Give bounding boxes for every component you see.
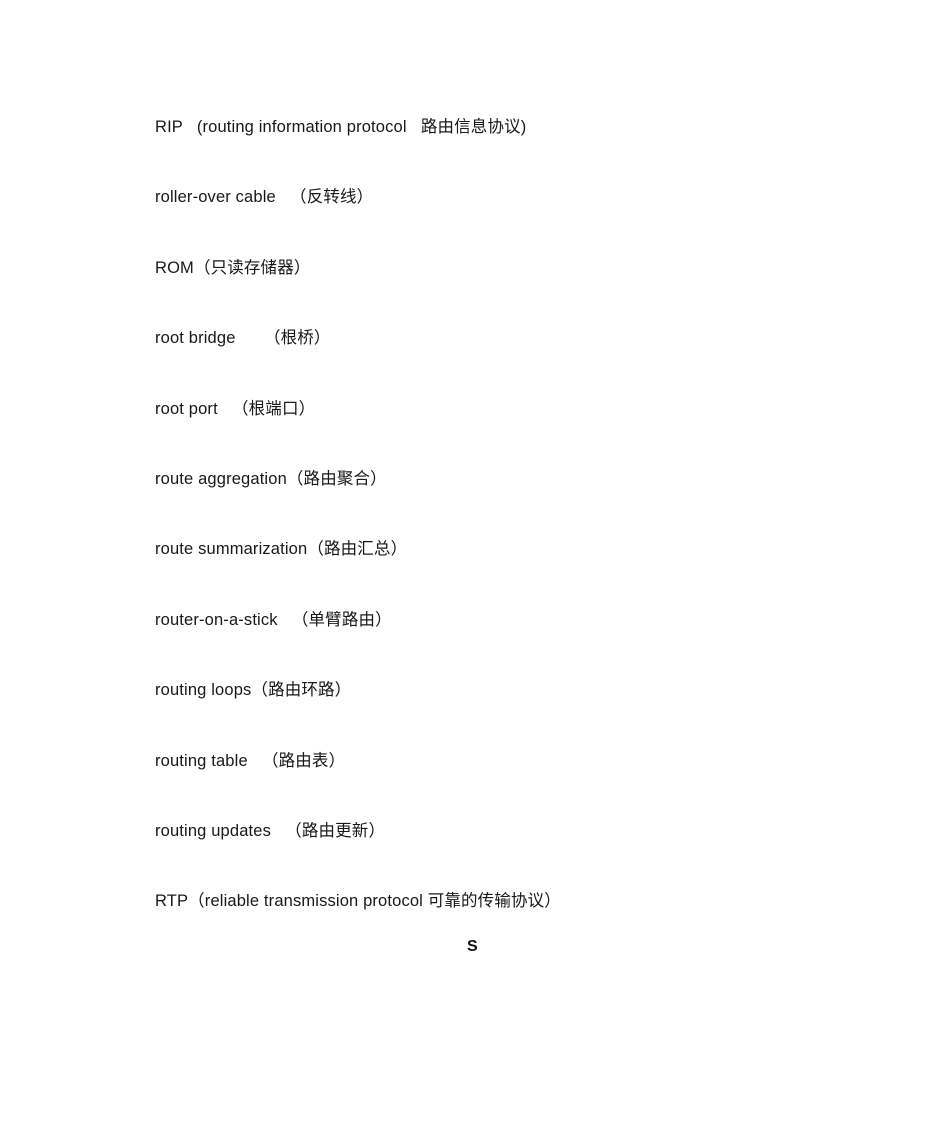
glossary-entry: routing loops（路由环路） bbox=[155, 681, 352, 700]
glossary-entry: routing updates （路由更新） bbox=[155, 821, 386, 840]
glossary-entry: route aggregation（路由聚合） bbox=[155, 469, 387, 488]
glossary-entry-list: RIP (routing information protocol 路由信息协议… bbox=[155, 92, 895, 937]
glossary-entry: router-on-a-stick （单臂路由） bbox=[155, 610, 392, 629]
glossary-entry: RTP（reliable transmission protocol 可靠的传输… bbox=[155, 892, 561, 911]
glossary-entry: route summarization（路由汇总） bbox=[155, 540, 408, 559]
glossary-entry: routing table （路由表） bbox=[155, 751, 346, 770]
document-page: RIP (routing information protocol 路由信息协议… bbox=[0, 0, 945, 1123]
section-letter-heading: S bbox=[467, 938, 478, 955]
glossary-entry: root port （根端口） bbox=[155, 399, 316, 418]
glossary-entry: root bridge （根桥） bbox=[155, 329, 331, 348]
glossary-entry: roller-over cable （反转线） bbox=[155, 188, 374, 207]
glossary-entry: ROM（只读存储器） bbox=[155, 258, 311, 277]
glossary-entry: RIP (routing information protocol 路由信息协议… bbox=[155, 118, 527, 136]
